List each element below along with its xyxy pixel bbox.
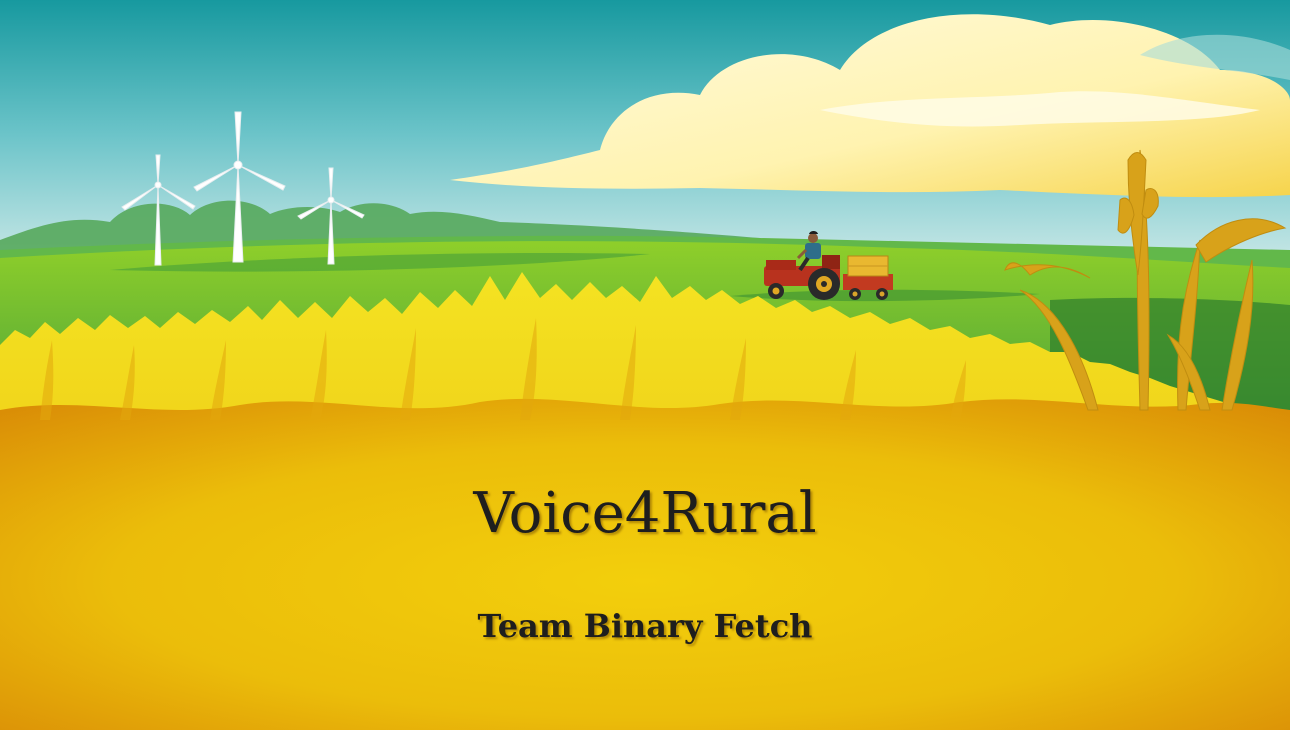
slide-title: Voice4Rural — [473, 481, 817, 546]
title-slide: Voice4Rural Team Binary Fetch — [0, 0, 1290, 730]
golden-ground — [0, 398, 1290, 730]
slide-subtitle: Team Binary Fetch — [477, 607, 813, 645]
